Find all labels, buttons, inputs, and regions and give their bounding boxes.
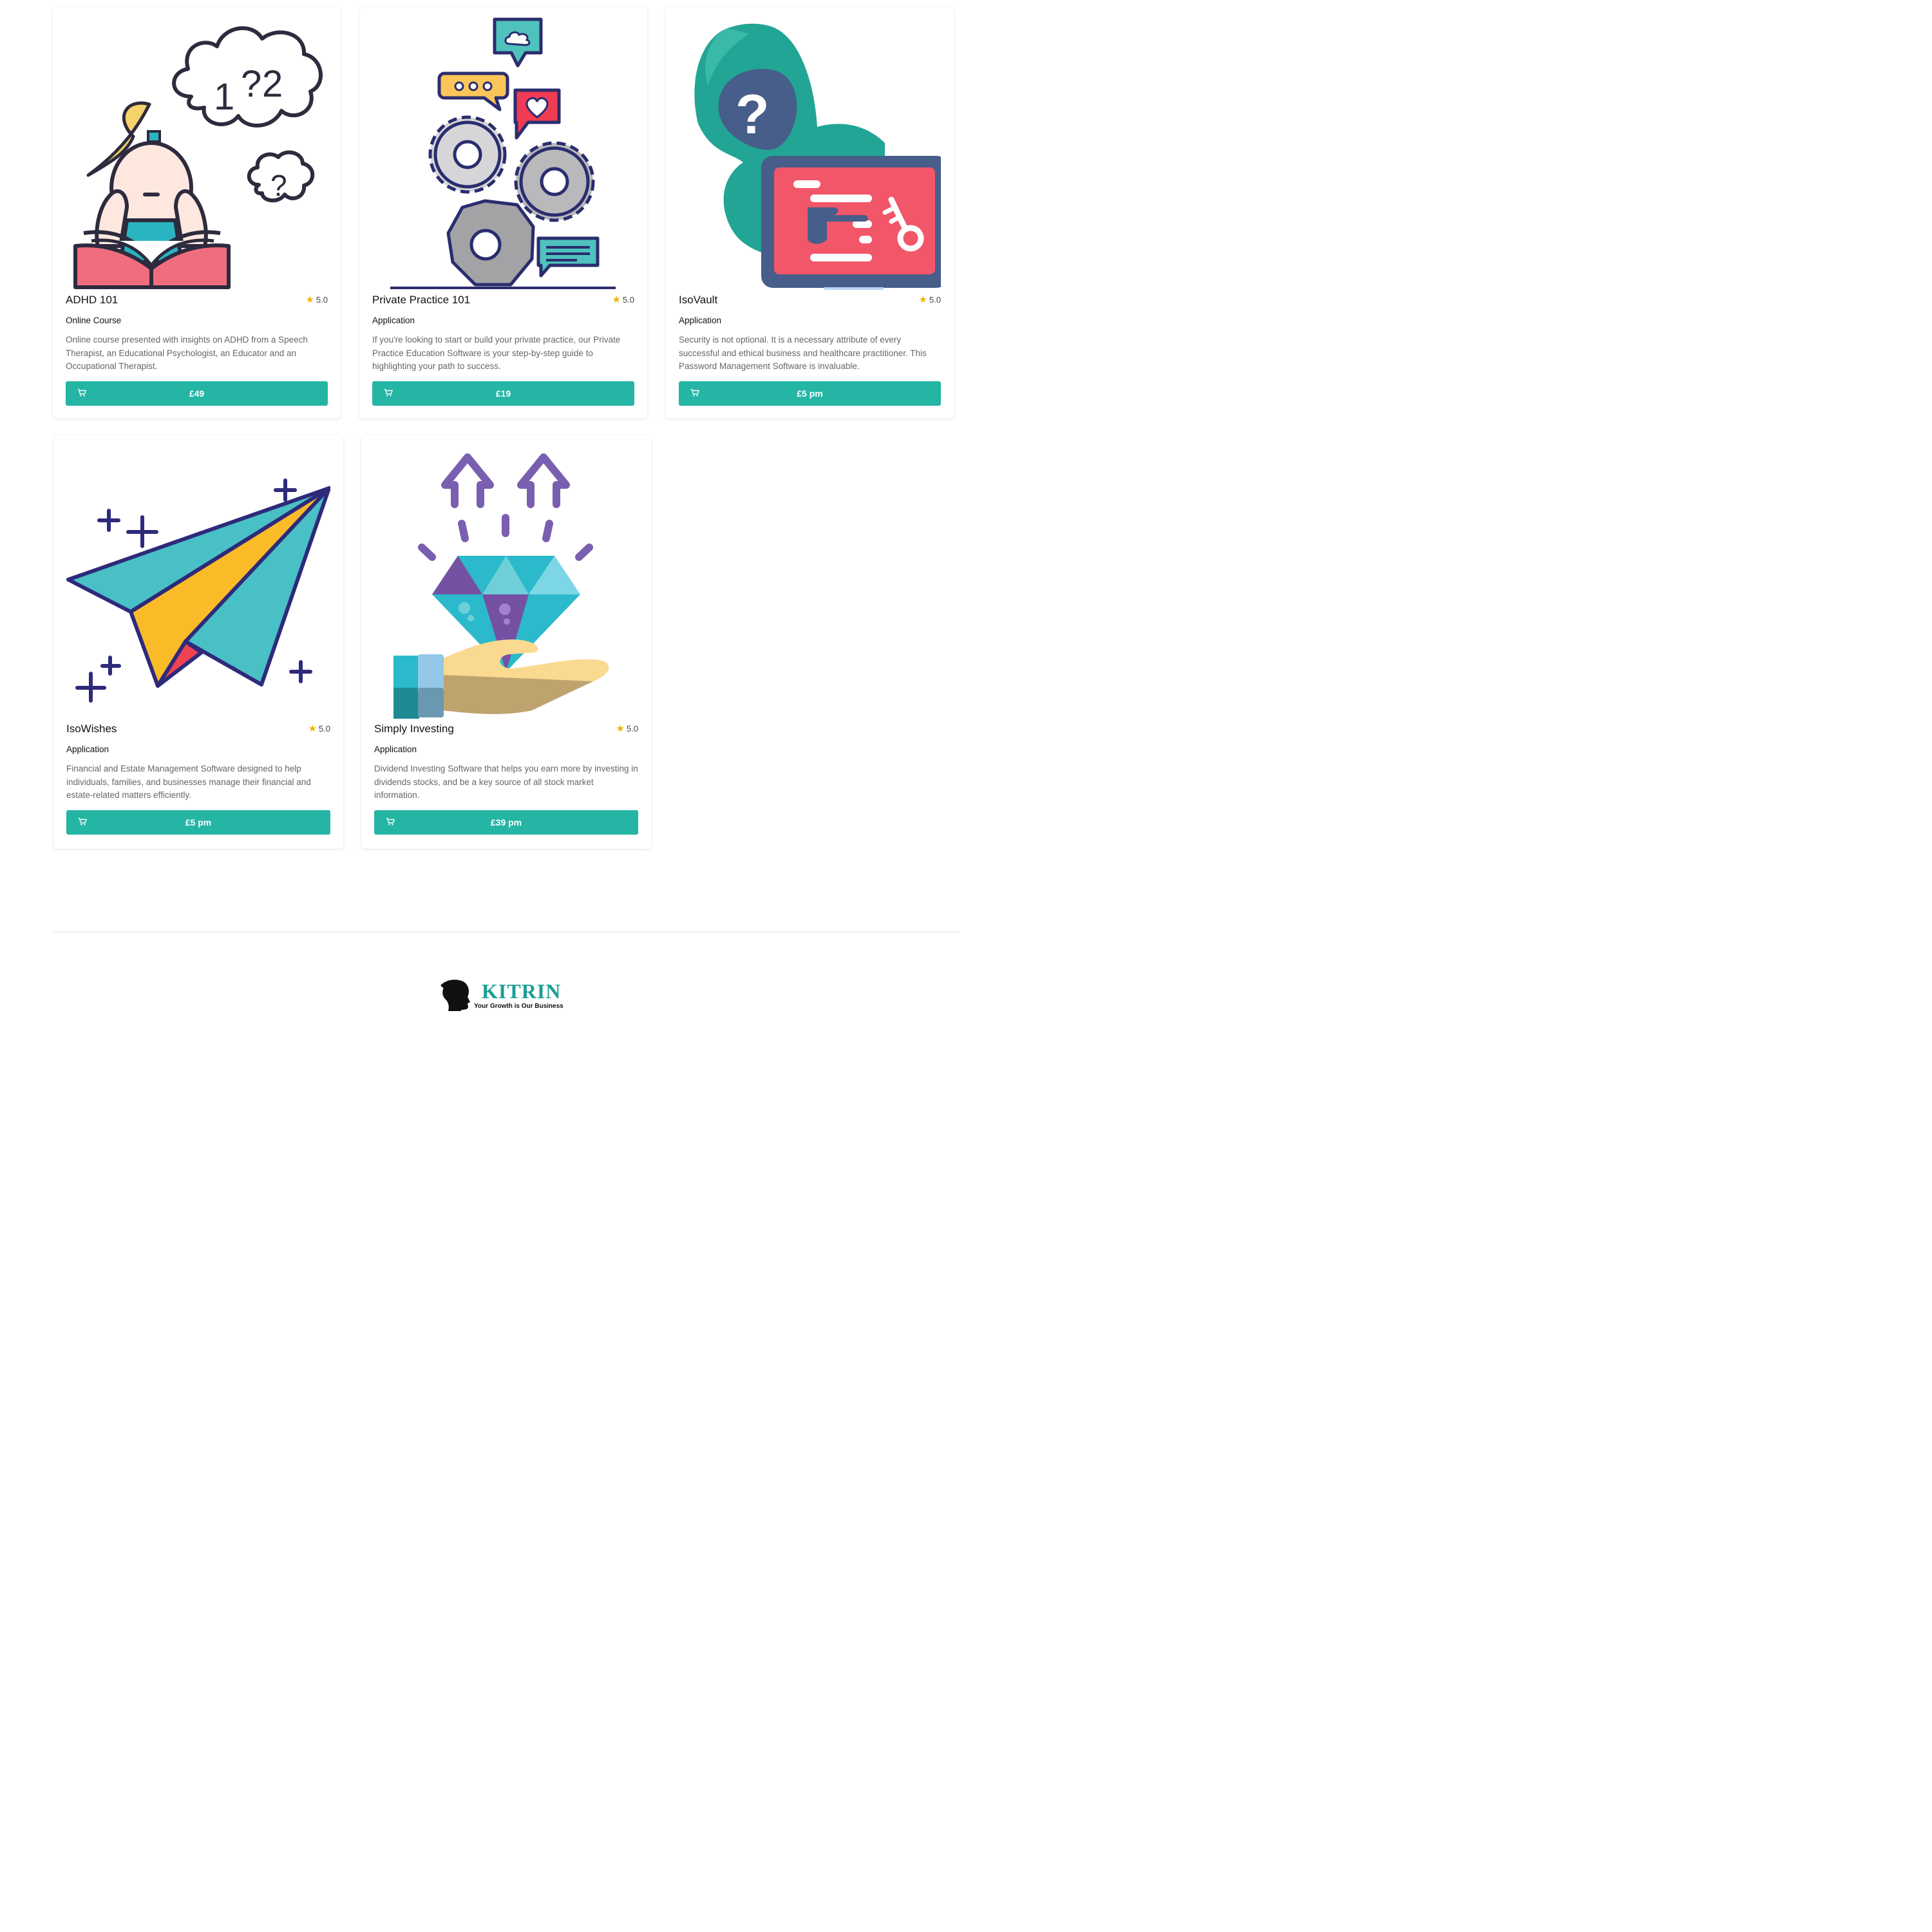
product-title: ADHD 101 [66, 294, 118, 306]
cart-icon [77, 389, 86, 397]
product-category: Application [372, 316, 415, 325]
product-description: Security is not optional. It is a necess… [679, 335, 927, 371]
price-label: £5 pm [185, 817, 212, 828]
buy-button[interactable]: £5 pm [679, 381, 941, 406]
svg-text:?: ? [270, 169, 287, 202]
product-category: Application [66, 744, 109, 754]
product-title: Private Practice 101 [372, 294, 471, 306]
hooded-figure-key-icon: ? [679, 14, 941, 290]
price-label: £5 pm [797, 388, 823, 399]
buy-button[interactable]: £5 pm [66, 810, 330, 835]
svg-text:?: ? [241, 63, 261, 105]
product-description: Online course presented with insights on… [66, 335, 308, 371]
brand-tagline: Your Growth is Our Business [474, 1003, 564, 1010]
product-description: Dividend Investing Software that helps y… [374, 764, 638, 800]
rating: ★ 5.0 [918, 295, 941, 305]
price-label: £49 [189, 388, 205, 399]
star-icon: ★ [616, 723, 625, 734]
product-card[interactable]: ? IsoVault ★ 5.0 Application Security is… [666, 6, 954, 419]
rating-value: 5.0 [626, 724, 638, 734]
product-card[interactable]: IsoWishes ★ 5.0 Application Financial an… [53, 435, 343, 849]
gears-speech-bubbles-icon [372, 14, 634, 290]
paper-plane-icon [66, 443, 330, 719]
product-title: IsoWishes [66, 723, 117, 735]
rating: ★ 5.0 [612, 295, 634, 305]
rating: ★ 5.0 [305, 295, 328, 305]
product-category: Online Course [66, 316, 122, 325]
svg-text:1: 1 [214, 76, 234, 118]
product-card[interactable]: Private Practice 101 ★ 5.0 Application I… [359, 6, 647, 419]
buy-button[interactable]: £19 [372, 381, 634, 406]
cart-icon [384, 389, 393, 397]
price-label: £19 [495, 388, 511, 399]
footer-divider [53, 932, 960, 933]
rating-value: 5.0 [318, 724, 330, 734]
hand-diamond-arrows-icon [374, 443, 638, 719]
buy-button[interactable]: £39 pm [374, 810, 638, 835]
product-description: Financial and Estate Management Software… [66, 764, 311, 800]
product-title: Simply Investing [374, 723, 454, 735]
star-icon: ★ [305, 294, 314, 305]
star-icon: ★ [612, 294, 621, 305]
product-category: Application [374, 744, 417, 754]
rating-value: 5.0 [316, 295, 328, 305]
head-silhouette-icon [440, 980, 470, 1011]
cart-icon [386, 818, 395, 826]
buy-button[interactable]: £49 [66, 381, 328, 406]
svg-text:?: ? [735, 84, 770, 146]
brand-name: KITRIN [482, 980, 562, 1003]
price-label: £39 pm [490, 817, 522, 828]
star-icon: ★ [308, 723, 317, 734]
product-category: Application [679, 316, 722, 325]
kitrin-logo[interactable]: KITRIN Your Growth is Our Business [439, 976, 581, 1011]
rating: ★ 5.0 [308, 724, 330, 734]
product-description: If you're looking to start or build your… [372, 335, 621, 371]
product-title: IsoVault [679, 294, 718, 306]
product-card[interactable]: 1 ? 2 ? ADHD 101 ★ 5.0 Online Course Onl… [53, 6, 341, 419]
rating-value: 5.0 [622, 295, 634, 305]
svg-text:2: 2 [262, 63, 283, 105]
girl-reading-thinking-icon: 1 ? 2 ? [66, 14, 328, 290]
star-icon: ★ [918, 294, 927, 305]
rating: ★ 5.0 [616, 724, 638, 734]
product-card[interactable]: Simply Investing ★ 5.0 Application Divid… [361, 435, 651, 849]
cart-icon [78, 818, 87, 826]
cart-icon [690, 389, 699, 397]
rating-value: 5.0 [929, 295, 941, 305]
